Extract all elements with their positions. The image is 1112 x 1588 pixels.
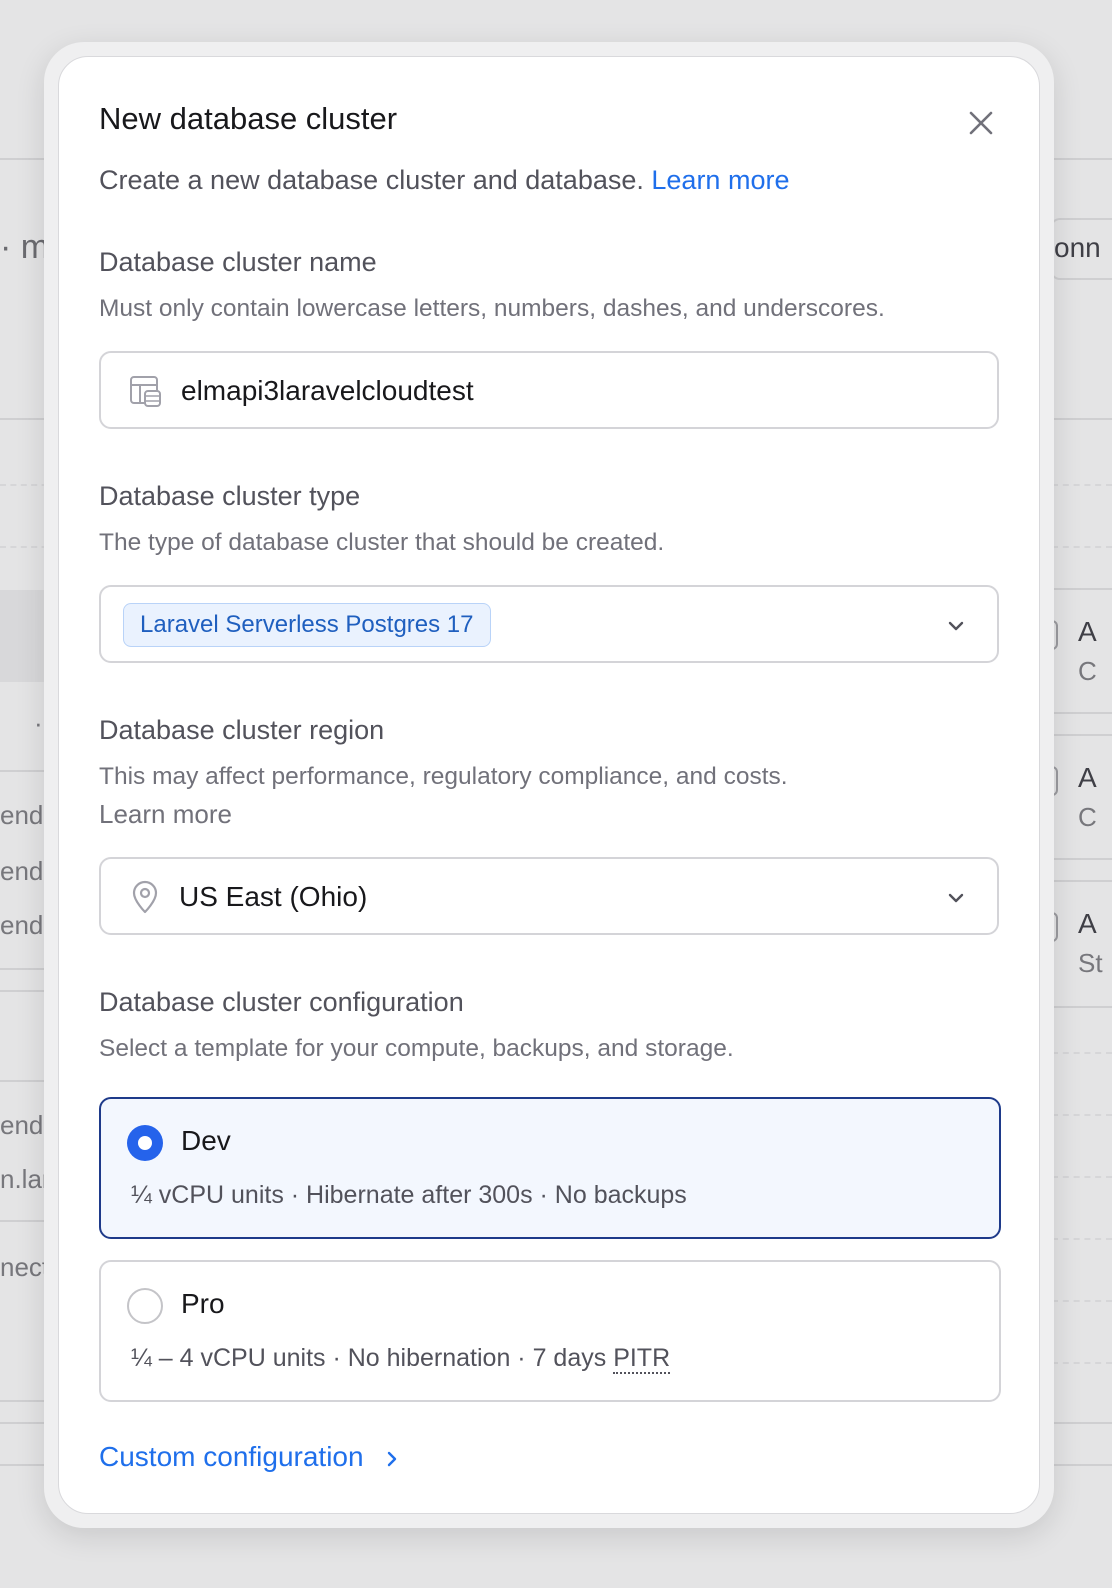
cluster-region-help: This may affect performance, regulatory … (99, 763, 788, 790)
config-option-name: Dev (181, 1125, 231, 1156)
custom-configuration-label: Custom configuration (99, 1441, 364, 1472)
bg-text: onn (1054, 232, 1101, 263)
chevron-down-icon (948, 893, 964, 903)
radio-unselected[interactable] (127, 1288, 163, 1324)
bg-text: endi (0, 1110, 50, 1140)
config-option-desc-text: ¼ – 4 vCPU units · No hibernation · 7 da… (131, 1344, 614, 1372)
region-learn-more-link[interactable]: Learn more (99, 799, 232, 830)
divider (1052, 1422, 1112, 1424)
cluster-config-help: Select a template for your compute, back… (99, 1035, 734, 1062)
database-table-icon (130, 376, 161, 407)
cluster-name-help: Must only contain lowercase letters, num… (99, 295, 885, 322)
bg-text: · m (0, 228, 50, 266)
cluster-name-value: elmapi3laravelcloudtest (181, 375, 474, 406)
close-button[interactable] (963, 105, 999, 141)
pitr-abbreviation: PITR (613, 1344, 671, 1374)
cluster-region-value: US East (Ohio) (179, 881, 368, 912)
config-option-pro[interactable]: Pro ¼ – 4 vCPU units · No hibernation · … (99, 1260, 1001, 1402)
divider (1052, 1300, 1112, 1302)
dialog-subtitle: Create a new database cluster and databa… (99, 165, 789, 196)
divider (1052, 484, 1112, 486)
cluster-region-select[interactable]: US East (Ohio) (99, 857, 999, 935)
divider (1052, 1362, 1112, 1364)
bg-text: endi (0, 910, 50, 940)
cluster-type-help: The type of database cluster that should… (99, 529, 665, 556)
bg-text: endi (0, 856, 50, 886)
bg-text: C (1078, 656, 1097, 686)
new-database-cluster-dialog: New database cluster Create a new databa… (58, 56, 1040, 1514)
learn-more-link[interactable]: Learn more (651, 165, 789, 195)
radio-selected[interactable] (127, 1125, 163, 1161)
divider (1052, 1006, 1112, 1008)
cluster-config-label: Database cluster configuration (99, 987, 464, 1017)
bg-text: A (1078, 616, 1097, 647)
cluster-type-badge: Laravel Serverless Postgres 17 (123, 603, 491, 647)
map-pin-icon (132, 880, 158, 914)
cluster-name-input[interactable]: elmapi3laravelcloudtest (99, 351, 999, 429)
bg-text: St (1078, 948, 1103, 978)
config-option-dev[interactable]: Dev ¼ vCPU units · Hibernate after 300s … (99, 1097, 1001, 1239)
divider (1052, 418, 1112, 420)
divider (1052, 712, 1112, 714)
config-option-desc: ¼ vCPU units · Hibernate after 300s · No… (131, 1181, 687, 1209)
bg-text: endi (0, 800, 50, 830)
close-icon (969, 111, 993, 135)
chevron-right-icon (388, 1451, 397, 1466)
bg-text: · (34, 708, 43, 738)
bg-text: n.lar (0, 1164, 51, 1194)
cluster-type-select[interactable]: Laravel Serverless Postgres 17 (99, 585, 999, 663)
bg-text: C (1078, 802, 1097, 832)
divider (1052, 1176, 1112, 1178)
chevron-down-icon (948, 621, 964, 631)
bg-text: A (1078, 908, 1097, 939)
divider (1052, 546, 1112, 548)
divider (1052, 880, 1112, 882)
divider (1052, 1052, 1112, 1054)
bg-text: nect (0, 1252, 50, 1282)
divider (1052, 1114, 1112, 1116)
divider (1052, 858, 1112, 860)
cluster-region-label: Database cluster region (99, 715, 385, 745)
cluster-type-label: Database cluster type (99, 481, 361, 511)
divider (1052, 734, 1112, 736)
custom-configuration-link[interactable]: Custom configuration (99, 1441, 401, 1473)
subtitle-text: Create a new database cluster and databa… (99, 165, 644, 195)
divider (1052, 588, 1112, 590)
config-option-desc: ¼ – 4 vCPU units · No hibernation · 7 da… (131, 1344, 671, 1374)
config-option-name: Pro (181, 1288, 225, 1319)
divider (1052, 1238, 1112, 1240)
cluster-name-label: Database cluster name (99, 247, 377, 277)
dialog-title: New database cluster (99, 101, 398, 136)
bg-text: A (1078, 762, 1097, 793)
